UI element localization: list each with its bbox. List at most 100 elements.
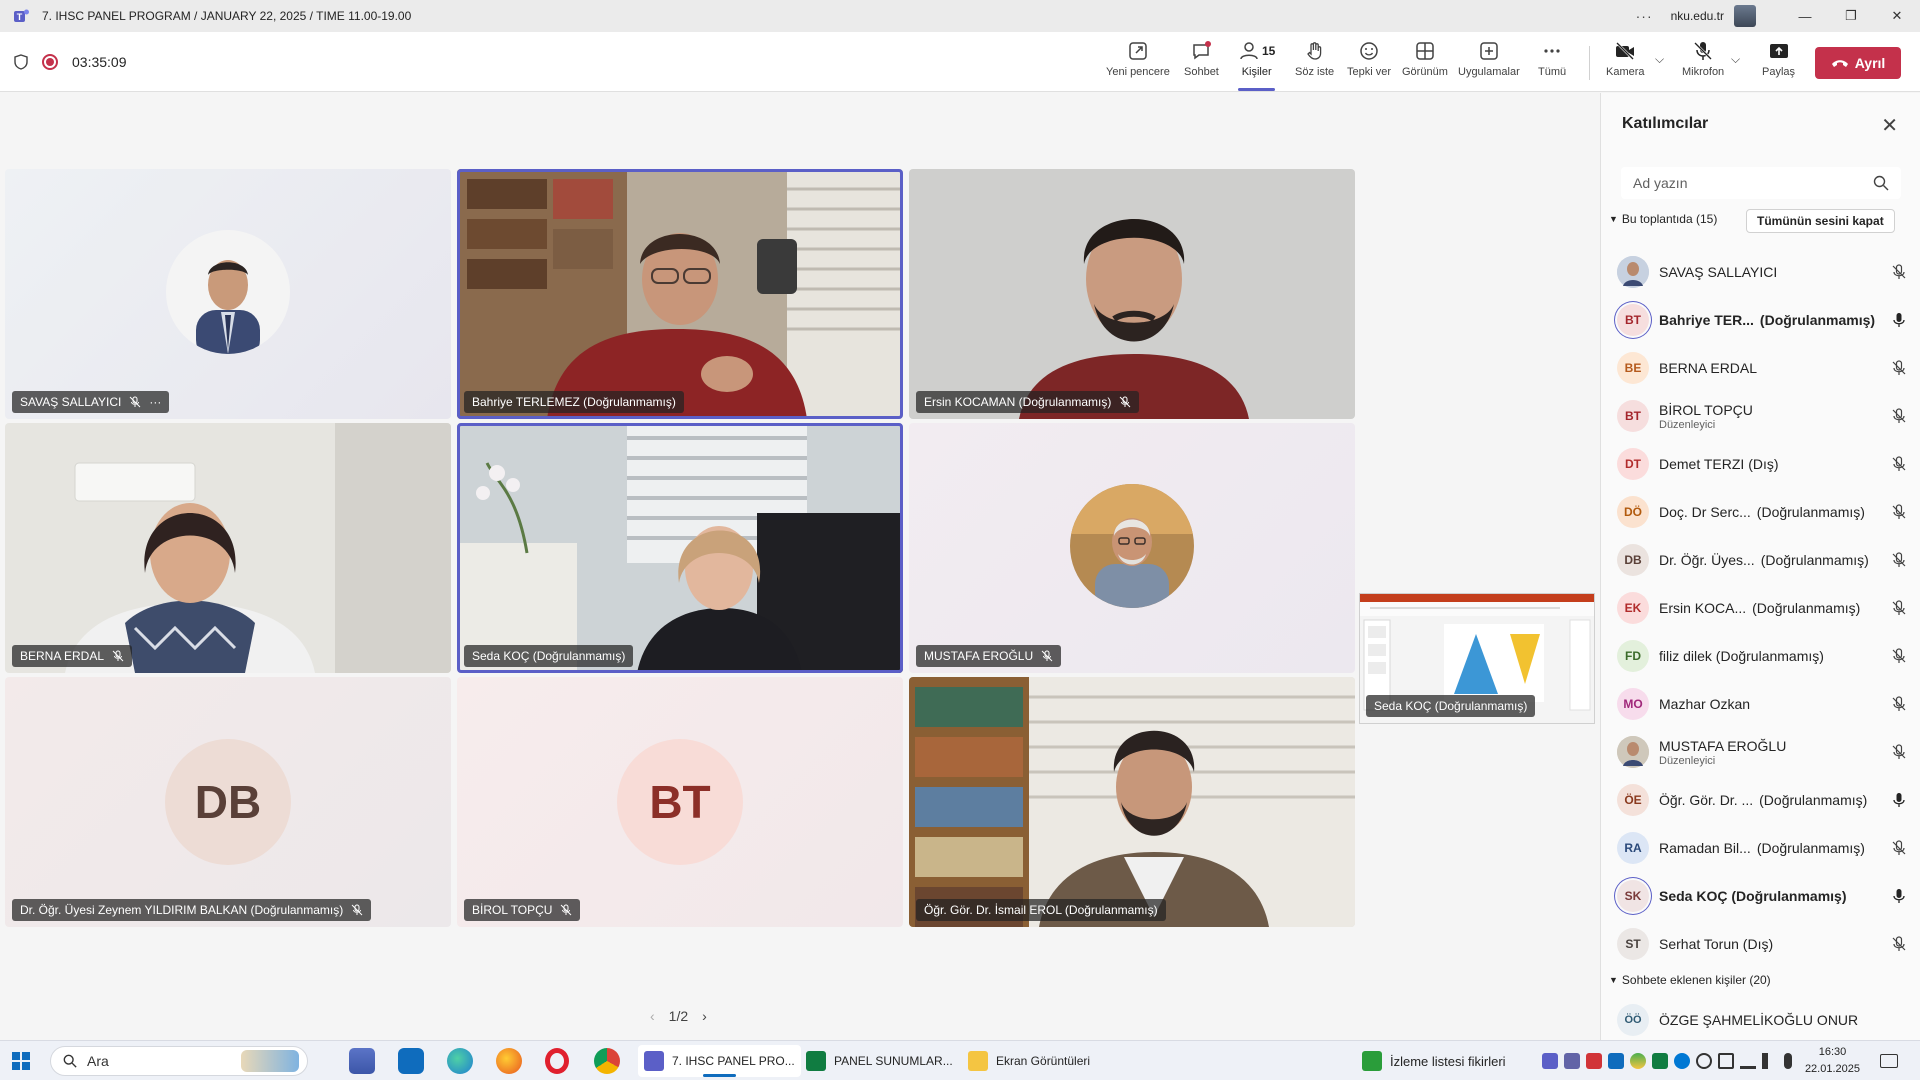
drive-tray-icon[interactable] <box>1630 1053 1646 1069</box>
participant-row[interactable]: ÖE Öğr. Gör. Dr. ... (Doğrulanmamış) <box>1617 776 1907 824</box>
participant-row[interactable]: BT Bahriye TER... (Doğrulanmamış) <box>1617 296 1907 344</box>
excel-tray-icon[interactable] <box>1652 1053 1668 1069</box>
video-tile[interactable]: Bahriye TERLEMEZ (Doğrulanmamış) <box>457 169 903 419</box>
participant-row[interactable]: EK Ersin KOCA... (Doğrulanmamış) <box>1617 584 1907 632</box>
tile-more-options-icon[interactable]: ··· <box>149 395 161 409</box>
display-icon[interactable] <box>1718 1053 1734 1069</box>
teams-tray-icon[interactable] <box>1542 1053 1558 1069</box>
video-tile[interactable]: SAVAŞ SALLAYICI ··· <box>5 169 451 419</box>
mic-off-icon[interactable] <box>1891 504 1907 520</box>
taskbar-task-excel[interactable]: PANEL SUNUMLAR... <box>800 1045 959 1077</box>
mic-off-icon[interactable] <box>1891 360 1907 376</box>
mic-off-icon[interactable] <box>1891 936 1907 952</box>
participant-row[interactable]: SAVAŞ SALLAYICI <box>1617 248 1907 296</box>
people-button[interactable]: 15 Kişiler <box>1238 40 1276 91</box>
chrome-app-icon[interactable] <box>594 1048 620 1074</box>
shared-content-tile[interactable]: Seda KOÇ (Doğrulanmamış) <box>1359 593 1595 724</box>
participant-row[interactable]: BT BİROL TOPÇU Düzenleyici <box>1617 392 1907 440</box>
taskbar-search[interactable]: Ara <box>50 1046 308 1076</box>
video-tile[interactable]: Ersin KOCAMAN (Doğrulanmamış) <box>909 169 1355 419</box>
search-icon[interactable] <box>1873 175 1889 191</box>
video-tile[interactable]: DB Dr. Öğr. Üyesi Zeynem YILDIRIM BALKAN… <box>5 677 451 927</box>
next-page-icon[interactable]: › <box>702 1008 707 1024</box>
search-icon <box>63 1054 77 1068</box>
mic-off-icon[interactable] <box>1891 600 1907 616</box>
mic-on-icon[interactable] <box>1891 888 1907 904</box>
mute-all-button[interactable]: Tümünün sesini kapat <box>1746 209 1895 233</box>
more-button[interactable]: Tümü <box>1538 40 1566 86</box>
mic-off-icon[interactable] <box>1891 744 1907 760</box>
participant-name-tag: Seda KOÇ (Doğrulanmamış) <box>464 645 634 667</box>
participant-row[interactable]: ST Serhat Torun (Dış) <box>1617 920 1907 968</box>
network-globe-icon[interactable] <box>1696 1053 1712 1069</box>
video-tile[interactable]: BT BİROL TOPÇU <box>457 677 903 927</box>
bluetooth-icon[interactable] <box>1674 1053 1690 1069</box>
raise-hand-button[interactable]: Söz iste <box>1295 40 1334 86</box>
mic-off-icon[interactable] <box>1891 264 1907 280</box>
news-icon <box>1362 1051 1382 1071</box>
microphone-tray-icon[interactable] <box>1784 1053 1792 1069</box>
participant-row[interactable]: BE BERNA ERDAL <box>1617 344 1907 392</box>
search-input[interactable] <box>1633 175 1873 191</box>
camera-button[interactable]: Kamera <box>1606 40 1645 86</box>
volume-icon[interactable] <box>1762 1053 1774 1069</box>
close-panel-icon[interactable]: ✕ <box>1881 113 1898 138</box>
taskbar-task-teams[interactable]: 7. IHSC PANEL PRO... <box>638 1045 801 1077</box>
mic-off-icon[interactable] <box>1891 456 1907 472</box>
participant-name: Seda KOÇ (Doğrulanmamış) <box>472 649 626 663</box>
close-window-button[interactable]: ✕ <box>1874 0 1920 32</box>
chat-button[interactable]: Sohbet <box>1184 40 1219 86</box>
system-clock[interactable]: 16:30 22.01.2025 <box>1805 1044 1860 1078</box>
apps-button[interactable]: Uygulamalar <box>1458 40 1520 86</box>
leave-button[interactable]: Ayrıl <box>1815 47 1901 79</box>
mic-off-icon[interactable] <box>1891 840 1907 856</box>
minimize-button[interactable]: — <box>1782 0 1828 32</box>
participant-row[interactable]: MUSTAFA EROĞLU Düzenleyici <box>1617 728 1907 776</box>
mic-off-icon[interactable] <box>1891 408 1907 424</box>
mic-off-icon[interactable] <box>1891 552 1907 568</box>
start-button[interactable] <box>12 1052 30 1070</box>
firefox-app-icon[interactable] <box>496 1048 522 1074</box>
onedrive-tray-icon[interactable] <box>1608 1053 1624 1069</box>
chat-people-section-header[interactable]: ▼ Sohbete eklenen kişiler (20) <box>1609 973 1771 987</box>
opera-app-icon[interactable] <box>545 1048 569 1074</box>
video-tile[interactable]: MUSTAFA EROĞLU <box>909 423 1355 673</box>
more-options-icon[interactable]: ··· <box>1636 8 1653 24</box>
new-window-button[interactable]: Yeni pencere <box>1106 40 1170 86</box>
chat-person-row[interactable]: ÖÖ ÖZGE ŞAHMELİKOĞLU ONUR <box>1617 996 1907 1044</box>
previous-page-icon[interactable]: ‹ <box>650 1008 655 1024</box>
shield-icon[interactable] <box>14 54 28 70</box>
participant-row[interactable]: FD filiz dilek (Doğrulanmamış) <box>1617 632 1907 680</box>
video-tile[interactable]: Öğr. Gör. Dr. İsmail EROL (Doğrulanmamış… <box>909 677 1355 927</box>
mic-off-icon[interactable] <box>1891 648 1907 664</box>
react-button[interactable]: Tepki ver <box>1347 40 1391 86</box>
video-tile[interactable]: BERNA ERDAL <box>5 423 451 673</box>
participant-row[interactable]: DB Dr. Öğr. Üyes... (Doğrulanmamış) <box>1617 536 1907 584</box>
share-button[interactable]: Paylaş <box>1762 40 1795 86</box>
outlook-app-icon[interactable] <box>398 1048 424 1074</box>
participant-row[interactable]: DÖ Doç. Dr Serc... (Doğrulanmamış) <box>1617 488 1907 536</box>
notifications-icon[interactable] <box>1880 1054 1898 1068</box>
mic-button[interactable]: Mikrofon <box>1682 40 1724 86</box>
taskview-app-icon[interactable] <box>349 1048 375 1074</box>
news-widget[interactable]: İzleme listesi fikirleri <box>1356 1045 1512 1077</box>
participant-row[interactable]: DT Demet TERZI (Dış) <box>1617 440 1907 488</box>
mic-on-icon[interactable] <box>1891 792 1907 808</box>
mic-off-icon[interactable] <box>1891 696 1907 712</box>
mic-on-icon[interactable] <box>1891 312 1907 328</box>
mic-options-chevron-icon[interactable]: ⌵ <box>1731 52 1740 67</box>
participant-row[interactable]: MO Mazhar Ozkan <box>1617 680 1907 728</box>
participant-row[interactable]: RA Ramadan Bil... (Doğrulanmamış) <box>1617 824 1907 872</box>
profile-avatar[interactable] <box>1734 5 1756 27</box>
camera-options-chevron-icon[interactable]: ⌵ <box>1655 52 1664 67</box>
taskbar-task-folder[interactable]: Ekran Görüntüleri <box>962 1045 1096 1077</box>
in-meeting-section-header[interactable]: ▼ Bu toplantıda (15) <box>1609 212 1717 226</box>
wifi-icon[interactable] <box>1740 1053 1756 1069</box>
restore-button[interactable]: ❐ <box>1828 0 1874 32</box>
office-tray-icon[interactable] <box>1586 1053 1602 1069</box>
view-button[interactable]: Görünüm <box>1402 40 1448 86</box>
video-tile[interactable]: Seda KOÇ (Doğrulanmamış) <box>457 423 903 673</box>
participant-row[interactable]: SK Seda KOÇ (Doğrulanmamış) <box>1617 872 1907 920</box>
teams-classic-tray-icon[interactable] <box>1564 1053 1580 1069</box>
edge-app-icon[interactable] <box>447 1048 473 1074</box>
